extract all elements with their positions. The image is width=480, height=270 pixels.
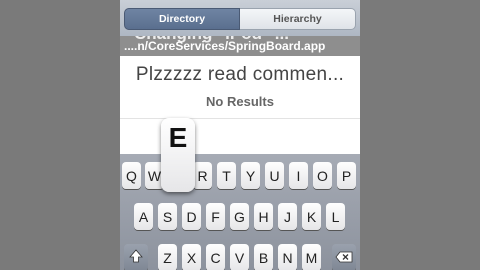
key-z[interactable]: Z <box>158 244 177 270</box>
keyboard: Q W E R T Y U I O P A S D F G H J K L Z … <box>120 154 360 270</box>
phone-screen: Directory Hierarchy ....n/CoreServices/S… <box>120 0 360 270</box>
key-d[interactable]: D <box>182 203 201 230</box>
row-divider <box>120 118 360 119</box>
shift-icon <box>129 249 143 266</box>
path-bar: ....n/CoreServices/SpringBoard.app Chang… <box>120 36 360 56</box>
tab-hierarchy[interactable]: Hierarchy <box>240 8 356 30</box>
key-i[interactable]: I <box>289 162 308 189</box>
key-j[interactable]: J <box>278 203 297 230</box>
key-u[interactable]: U <box>265 162 284 189</box>
key-f[interactable]: F <box>206 203 225 230</box>
key-r[interactable]: R <box>193 162 212 189</box>
search-title: Plzzzzz read commen... <box>120 56 360 94</box>
key-s[interactable]: S <box>158 203 177 230</box>
delete-icon <box>335 250 353 266</box>
key-c[interactable]: C <box>206 244 225 270</box>
key-o[interactable]: O <box>313 162 332 189</box>
key-y[interactable]: Y <box>241 162 260 189</box>
delete-key[interactable] <box>332 244 356 270</box>
key-q[interactable]: Q <box>122 162 141 189</box>
key-popup-letter: E <box>168 122 188 153</box>
key-g[interactable]: G <box>230 203 249 230</box>
key-v[interactable]: V <box>230 244 249 270</box>
top-navigation-bar: Directory Hierarchy <box>120 0 360 36</box>
key-x[interactable]: X <box>182 244 201 270</box>
key-n[interactable]: N <box>278 244 297 270</box>
key-k[interactable]: K <box>302 203 321 230</box>
key-b[interactable]: B <box>254 244 273 270</box>
key-h[interactable]: H <box>254 203 273 230</box>
key-t[interactable]: T <box>217 162 236 189</box>
results-area: No Results <box>120 94 360 154</box>
shift-key[interactable] <box>124 244 148 270</box>
key-l[interactable]: L <box>326 203 345 230</box>
key-p[interactable]: P <box>337 162 356 189</box>
no-results-label: No Results <box>206 94 274 109</box>
key-m[interactable]: M <box>302 244 321 270</box>
tab-directory[interactable]: Directory <box>124 8 240 30</box>
ghost-overlay-text: Changing "iPod" ... <box>134 36 289 44</box>
key-a[interactable]: A <box>134 203 153 230</box>
key-popup-preview: E <box>161 118 195 192</box>
